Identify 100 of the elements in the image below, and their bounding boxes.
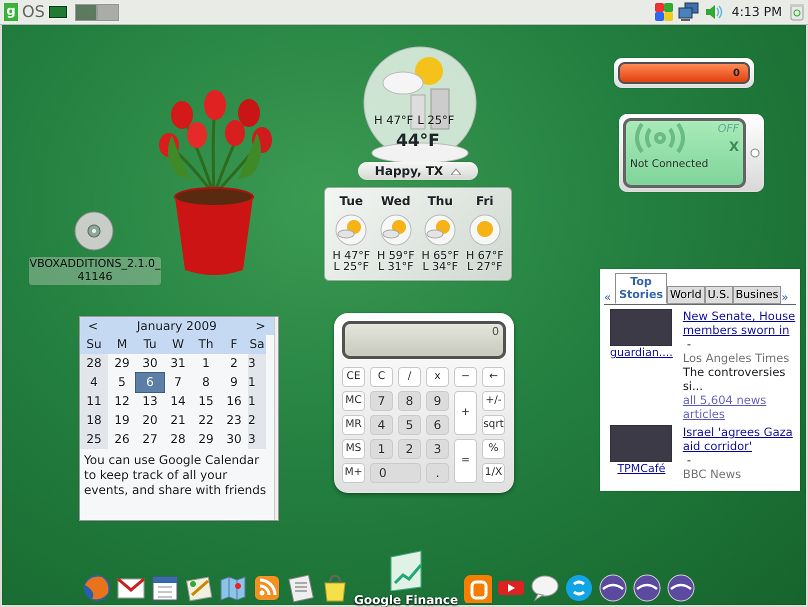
calendar-day[interactable]: 3: [248, 430, 266, 449]
calendar-day[interactable]: 19: [108, 411, 136, 430]
calendar-day[interactable]: 29: [192, 430, 220, 449]
calendar-day[interactable]: 2: [220, 354, 248, 373]
calendar-day[interactable]: 27: [136, 430, 164, 449]
calendar-day[interactable]: 1: [248, 373, 266, 392]
sun-cloud-icon: [335, 214, 368, 246]
calendar-day[interactable]: 13: [136, 392, 164, 411]
calendar-day[interactable]: 23: [220, 411, 248, 430]
calculator-key[interactable]: .: [426, 463, 449, 483]
speech-bubble-icon[interactable]: [530, 573, 560, 603]
calendar-day[interactable]: 20: [136, 411, 164, 430]
calendar-day[interactable]: 22: [192, 411, 220, 430]
wifi-off-mark: X: [728, 138, 739, 156]
collapse-icon[interactable]: [451, 168, 462, 174]
calculator-key[interactable]: 9: [426, 391, 449, 411]
calendar-day[interactable]: 9: [220, 373, 248, 392]
wifi-state: OFF: [718, 121, 739, 137]
calendar-day[interactable]: 11: [80, 392, 108, 411]
calculator-key[interactable]: 6: [426, 415, 449, 435]
logo-text[interactable]: OS: [22, 0, 45, 24]
calculator-key[interactable]: 4: [370, 415, 393, 435]
calendar-day[interactable]: 2: [248, 411, 266, 430]
calculator-key[interactable]: M+: [342, 463, 365, 483]
calendar-day[interactable]: 26: [108, 430, 136, 449]
headline-link[interactable]: Israel 'agrees Gaza aid corridor': [682, 425, 796, 454]
news-tab[interactable]: Top Stories: [615, 273, 668, 304]
forecast-high: H 65°F: [421, 250, 460, 261]
disc-icon[interactable]: [74, 211, 114, 251]
news-tab[interactable]: U.S.: [704, 286, 733, 304]
toggle-icon[interactable]: [750, 148, 760, 158]
calculator-key[interactable]: 0: [370, 463, 421, 483]
calculator-key[interactable]: 1/X: [482, 463, 505, 483]
calendar-day[interactable]: 28: [164, 430, 192, 449]
calculator-key[interactable]: sqrt: [482, 415, 505, 435]
weekday-header: Th: [192, 335, 220, 354]
calendar-day[interactable]: 25: [80, 430, 108, 449]
calculator-key[interactable]: x: [426, 367, 449, 387]
calendar-day[interactable]: 28: [80, 354, 108, 373]
calculator-key[interactable]: CE: [342, 367, 365, 387]
window-icon[interactable]: [48, 6, 67, 18]
network-icon[interactable]: [678, 2, 700, 22]
calculator-key[interactable]: 7: [370, 391, 393, 411]
calculator-key[interactable]: MC: [342, 391, 365, 411]
next-tab-arrow[interactable]: »: [781, 290, 788, 304]
calendar-day[interactable]: 14: [164, 392, 192, 411]
calendar-day[interactable]: 31: [164, 354, 192, 373]
calculator-key[interactable]: C: [370, 367, 393, 387]
calculator-key[interactable]: +/-: [482, 391, 505, 411]
calendar-day[interactable]: 12: [108, 392, 136, 411]
calendar-day[interactable]: 8: [192, 373, 220, 392]
source-link[interactable]: TPMCafé: [617, 462, 666, 476]
calculator-key[interactable]: MR: [342, 415, 365, 435]
calendar-note: You can use Google Calendar to keep track of all your events, and share with friends: [83, 453, 268, 498]
calendar-day[interactable]: 21: [164, 411, 192, 430]
calendar-day[interactable]: 5: [108, 373, 136, 392]
forecast-day: Fri: [476, 192, 494, 210]
blog-icon[interactable]: [462, 573, 492, 603]
calendar-day[interactable]: 1: [248, 392, 266, 411]
file-label[interactable]: VBOXADDITIONS_2.1.0_41146: [29, 257, 161, 285]
calendar-day[interactable]: 18: [80, 411, 108, 430]
workspace-switcher[interactable]: [96, 4, 119, 20]
calculator-key[interactable]: 2: [398, 439, 421, 459]
calculator-key[interactable]: ←: [482, 367, 505, 387]
calculator-key[interactable]: −: [454, 367, 477, 387]
calendar-day[interactable]: 3: [248, 354, 266, 373]
all-articles-link[interactable]: all 5,604 news articles: [682, 393, 796, 422]
source-link[interactable]: guardian....: [610, 346, 673, 360]
colored-squares-icon[interactable]: [654, 2, 674, 22]
calendar-day[interactable]: 7: [164, 373, 192, 392]
location-bar[interactable]: Happy, TX: [358, 162, 478, 180]
calculator-key[interactable]: 3: [426, 439, 449, 459]
scroll-bar[interactable]: [274, 317, 278, 520]
news-tab[interactable]: Busines: [732, 286, 782, 304]
calculator-key[interactable]: =: [454, 439, 477, 483]
news-tab[interactable]: World: [667, 286, 705, 304]
calculator-key[interactable]: %: [482, 439, 505, 459]
calculator-key[interactable]: /: [398, 367, 421, 387]
calendar-day[interactable]: 15: [192, 392, 220, 411]
month-title: January 2009: [136, 318, 217, 335]
rss-icon[interactable]: [252, 573, 282, 603]
next-month-link[interactable]: >: [256, 317, 266, 335]
calendar-day[interactable]: 29: [108, 354, 136, 373]
weekday-header: Tu: [136, 335, 164, 354]
calendar-day[interactable]: 4: [80, 373, 108, 392]
calculator-key[interactable]: MS: [342, 439, 365, 459]
previous-tab-arrow[interactable]: «: [604, 290, 612, 304]
calendar-day[interactable]: 6: [136, 373, 164, 392]
calendar-day[interactable]: 30: [220, 430, 248, 449]
calculator-key[interactable]: +: [454, 391, 477, 435]
calculator-key[interactable]: 5: [398, 415, 421, 435]
calendar-day[interactable]: 30: [136, 354, 164, 373]
headline-link[interactable]: New Senate, House members sworn in: [682, 309, 796, 338]
calendar-day[interactable]: 1: [192, 354, 220, 373]
workspace-switcher[interactable]: [74, 4, 97, 20]
previous-month-link[interactable]: <: [88, 317, 98, 335]
forecast-low: L 25°F: [334, 261, 369, 272]
calculator-key[interactable]: 8: [398, 391, 421, 411]
calculator-key[interactable]: 1: [370, 439, 393, 459]
calendar-day[interactable]: 16: [220, 392, 248, 411]
